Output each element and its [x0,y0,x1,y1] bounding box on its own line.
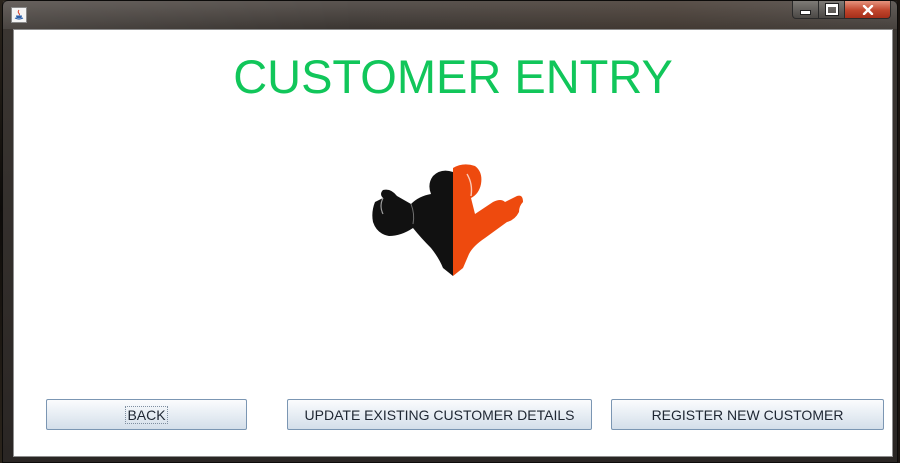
window-controls [792,1,891,21]
minimize-icon [800,9,811,15]
java-app-icon[interactable] [11,7,27,23]
title-bar[interactable] [3,1,897,29]
update-customer-button[interactable]: UPDATE EXISTING CUSTOMER DETAILS [287,399,592,430]
close-icon [862,4,873,15]
close-button[interactable] [845,1,891,19]
back-button[interactable]: BACK [46,399,247,430]
app-window: CUSTOMER ENTRY BACK UPDATE EXISTING CUST… [2,0,898,463]
back-button-label: BACK [125,405,168,424]
content-panel: CUSTOMER ENTRY BACK UPDATE EXISTING CUST… [13,29,893,457]
register-customer-button[interactable]: REGISTER NEW CUSTOMER [611,399,884,430]
minimize-button[interactable] [792,1,819,19]
maximize-icon [824,3,839,16]
gym-couple-flexing-logo [372,164,523,276]
maximize-button[interactable] [819,1,845,19]
page-title: CUSTOMER ENTRY [233,50,673,103]
